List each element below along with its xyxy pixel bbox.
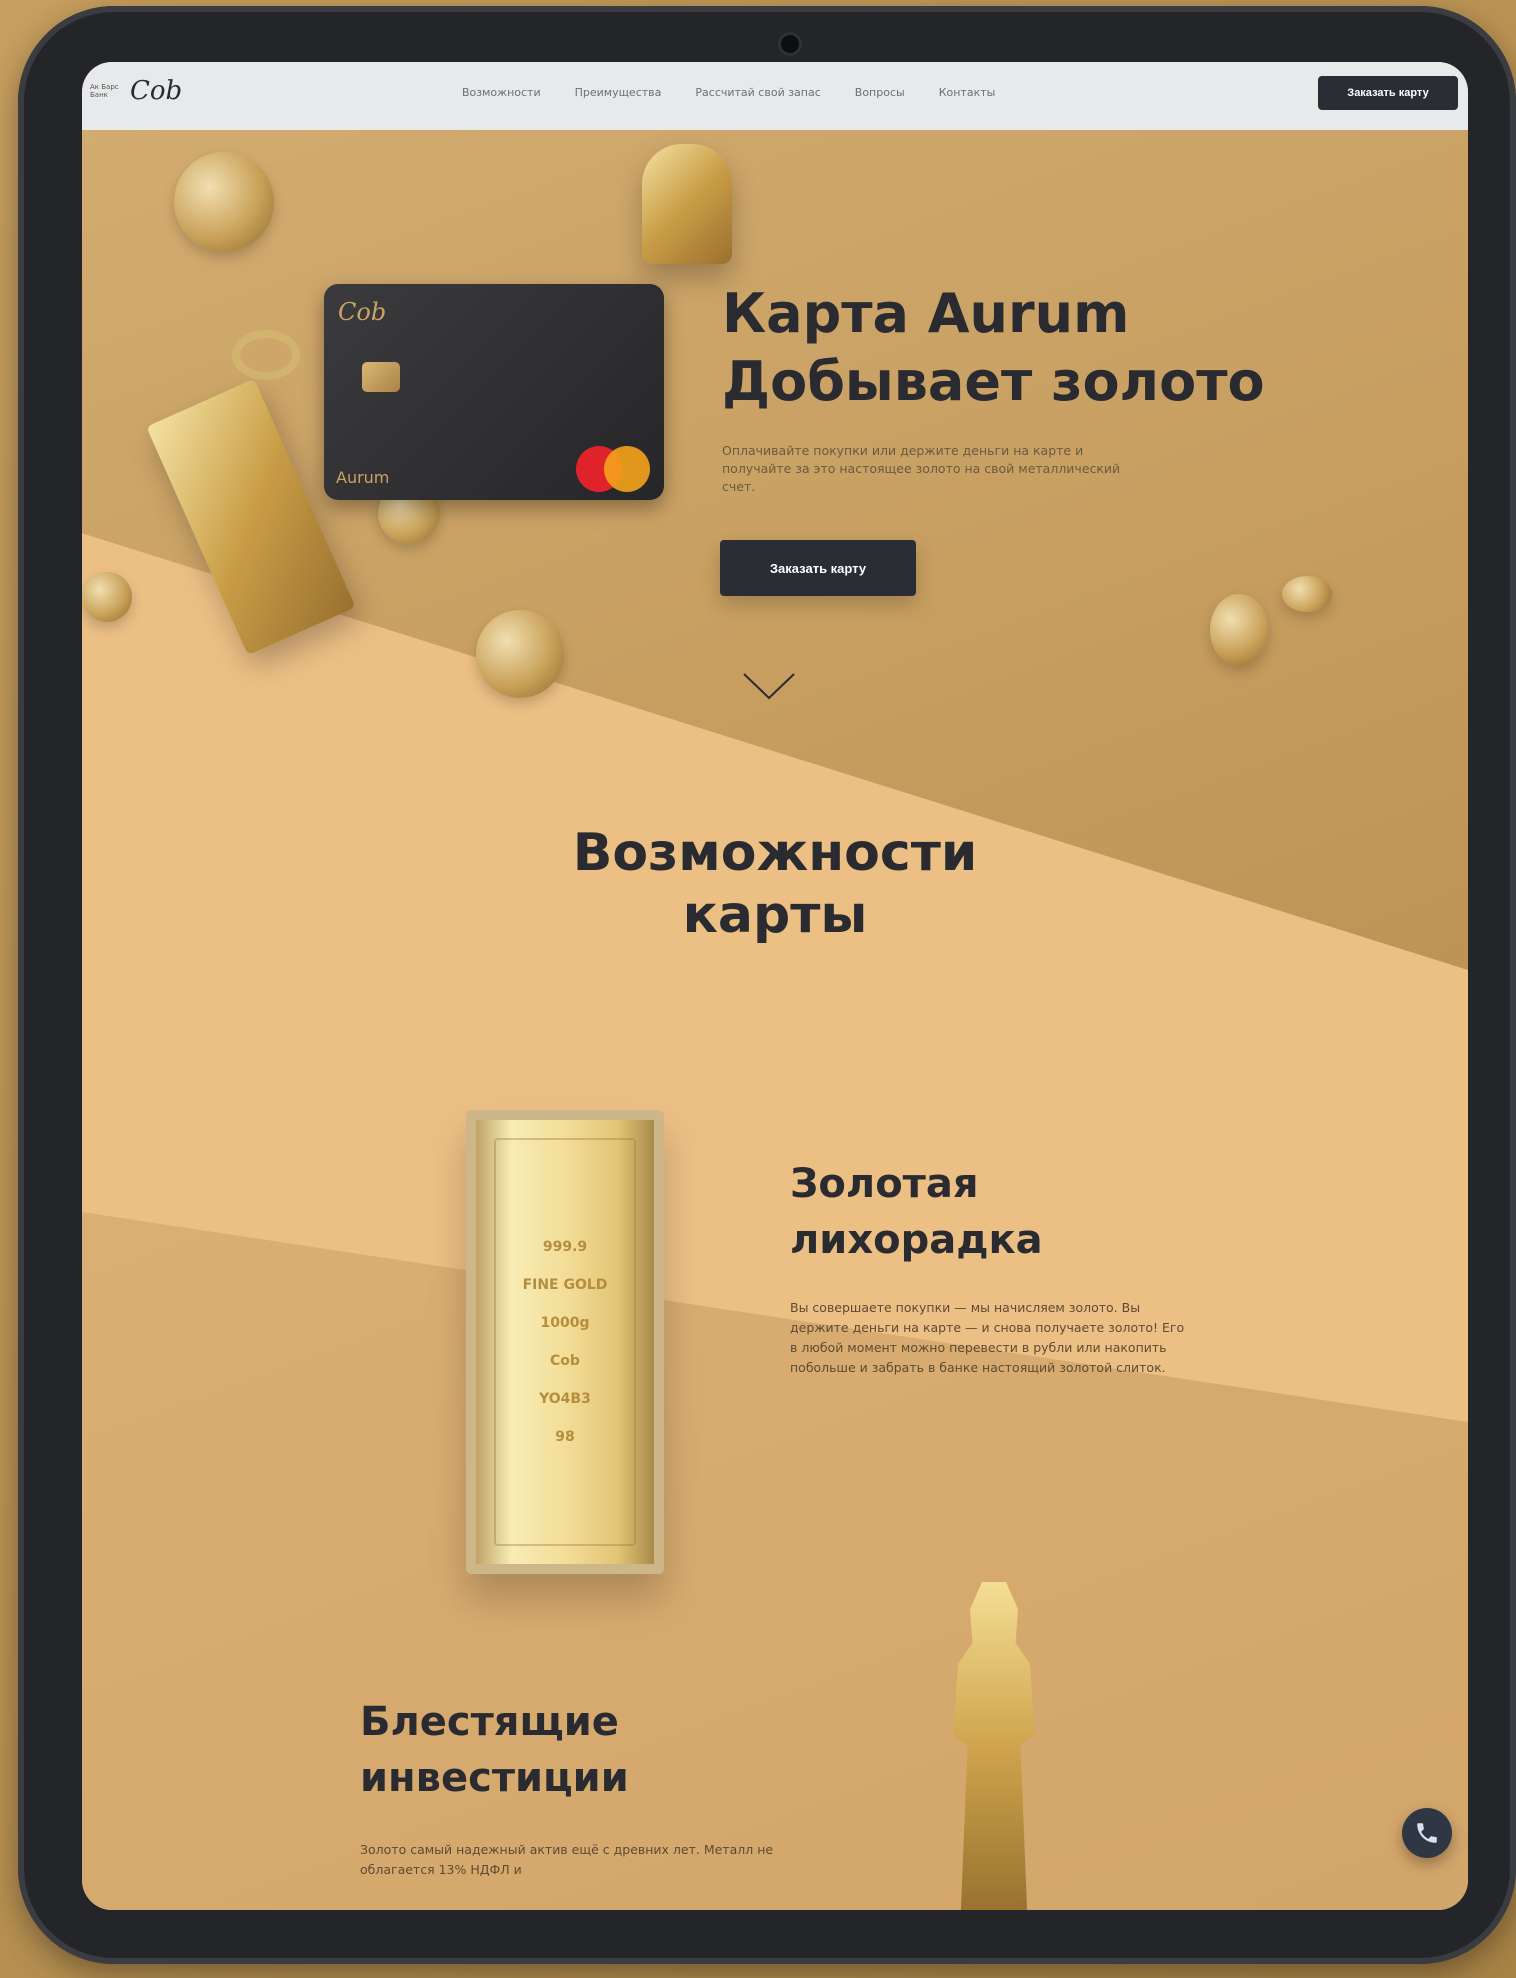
chevron-down-icon[interactable] (742, 672, 796, 700)
gold-coin-decoration (476, 610, 564, 698)
gold-bar-logo: Cob (550, 1353, 580, 1369)
card-name: Aurum (336, 468, 390, 487)
nav-link-contacts[interactable]: Контакты (939, 86, 996, 99)
nav-links: Возможности Преимущества Рассчитай свой … (462, 86, 995, 99)
gold-bar-purity: 999.9 (542, 1239, 588, 1255)
hero-title: Карта Aurum Добывает золото (722, 282, 1265, 413)
gold-bar-label: FINE GOLD (522, 1277, 608, 1293)
gold-bar-engraving: 999.9 FINE GOLD 1000g Cob YO4B3 98 (494, 1138, 636, 1546)
camera-icon (781, 35, 799, 53)
feature-title-gold-rush: Золотая лихорадка (790, 1161, 1043, 1263)
phone-icon (1417, 1823, 1437, 1843)
screen: Ак Барс Банк Cob Возможности Преимуществ… (82, 62, 1468, 1910)
hero-subtitle: Оплачивайте покупки или держите деньги н… (722, 443, 1121, 494)
nav-link-features[interactable]: Возможности (462, 86, 541, 99)
gold-bar-number: 98 (555, 1429, 575, 1445)
mastercard-logo (576, 446, 656, 494)
callback-button[interactable] (1402, 1808, 1452, 1858)
gold-coin-decoration (1282, 576, 1332, 612)
top-navigation: Ак Барс Банк Cob Возможности Преимуществ… (82, 62, 1468, 130)
order-card-hero-button[interactable]: Заказать карту (720, 540, 916, 596)
nav-link-calculator[interactable]: Рассчитай свой запас (695, 86, 820, 99)
nav-link-advantages[interactable]: Преимущества (575, 86, 662, 99)
gold-ring-decoration (232, 330, 300, 380)
logo[interactable]: Ак Барс Банк Cob (90, 76, 182, 106)
gold-watch-decoration (174, 152, 274, 252)
feature-text-investments: Золото самый надежный актив ещё с древни… (360, 1842, 774, 1877)
gold-bar-serial: YO4B3 (539, 1391, 591, 1407)
aurum-card-image: Cob Aurum (324, 284, 664, 500)
nav-link-questions[interactable]: Вопросы (855, 86, 905, 99)
gold-coin-decoration (82, 572, 132, 622)
card-logo: Cob (338, 298, 387, 326)
order-card-nav-button[interactable]: Заказать карту (1318, 76, 1458, 110)
card-chip (362, 362, 400, 392)
gold-bar-image: 999.9 FINE GOLD 1000g Cob YO4B3 98 (466, 1110, 664, 1574)
feature-title-investments: Блестящие инвестиции (360, 1699, 629, 1801)
section-band-background (82, 1212, 1468, 1910)
gold-bar-weight: 1000g (540, 1315, 590, 1331)
logo-small-text: Ак Барс Банк (90, 83, 119, 99)
section-title: Возможности карты (572, 823, 978, 945)
gold-coin-decoration (1210, 594, 1268, 666)
logo-mark: Cob (130, 76, 183, 106)
gold-trophy-decoration (642, 144, 732, 264)
feature-text-gold-rush: Вы совершаете покупки — мы начисляем зол… (790, 1300, 1185, 1375)
